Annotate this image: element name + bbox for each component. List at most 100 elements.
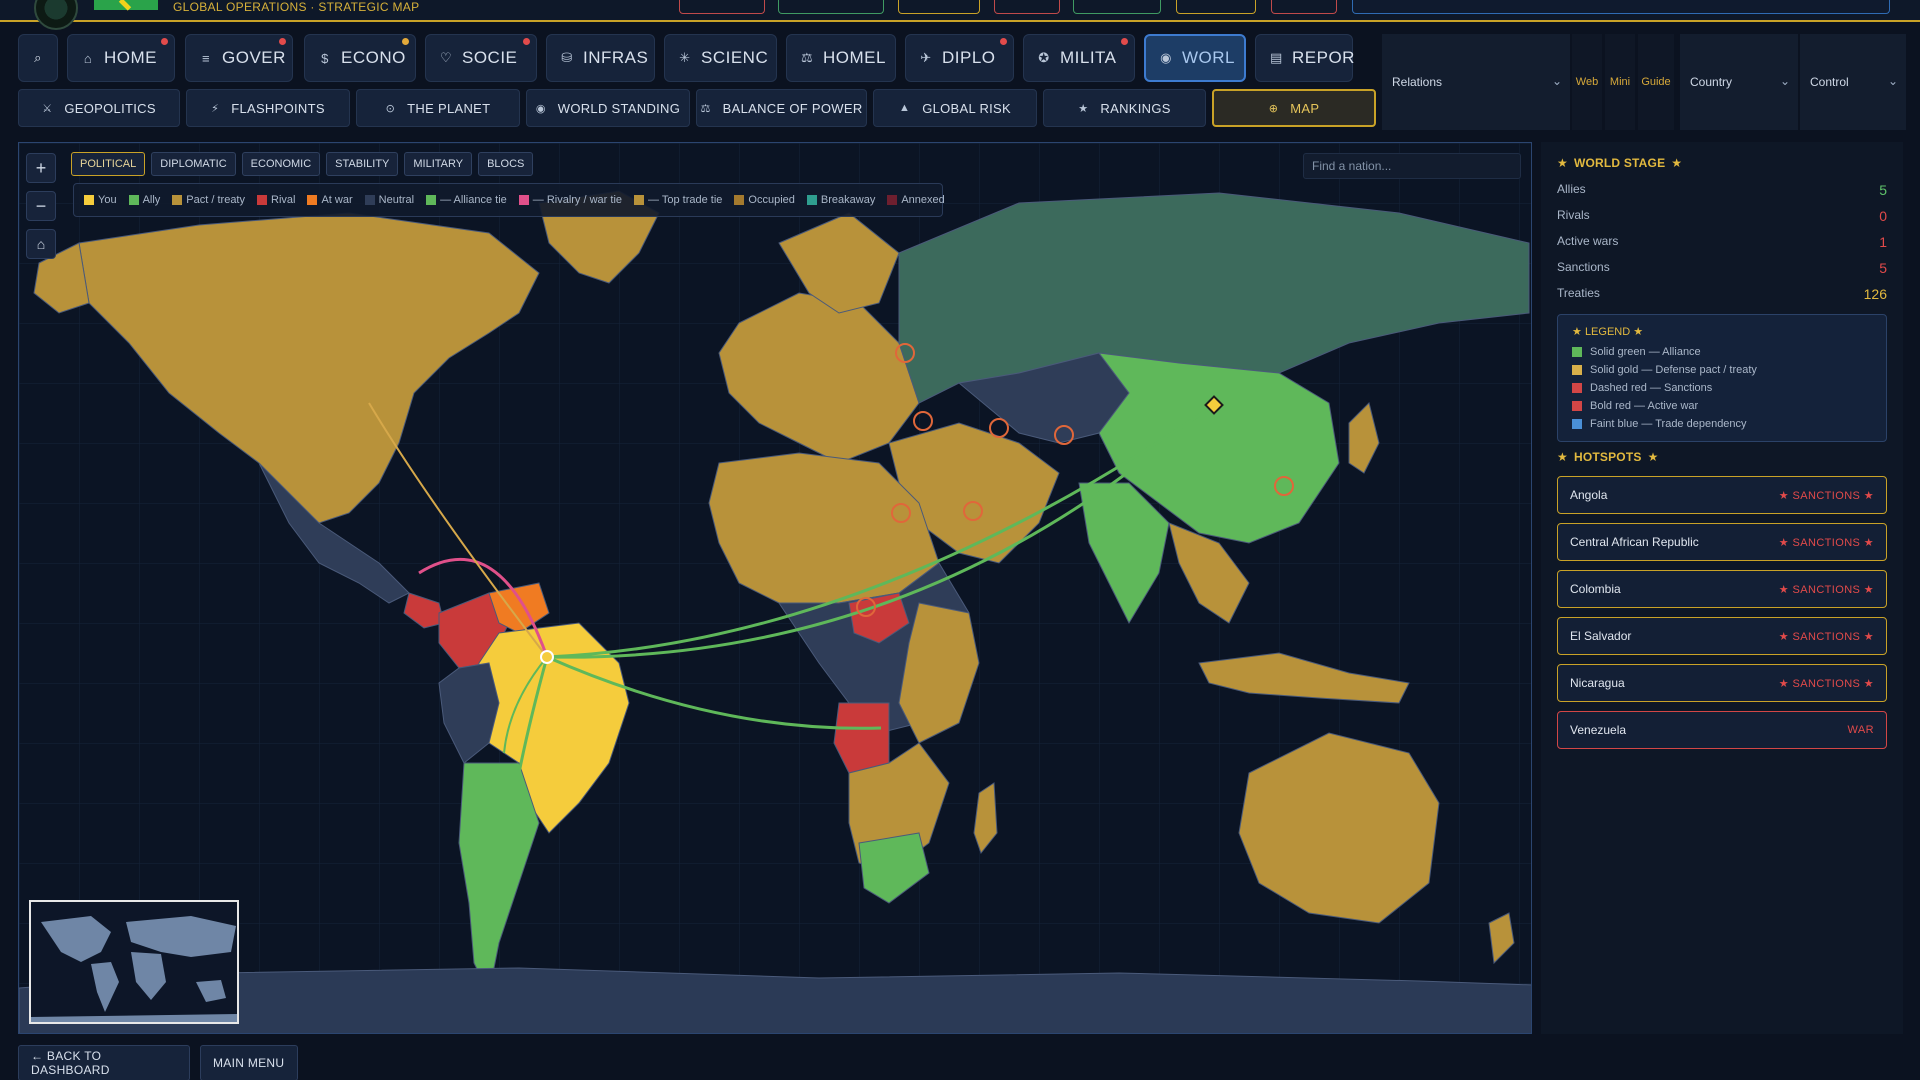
legend-swatch bbox=[887, 195, 898, 205]
nav-tab-gover[interactable]: ≡ GOVER bbox=[185, 34, 293, 82]
nav-tab-socie[interactable]: ♡ SOCIE bbox=[425, 34, 537, 82]
hotspot-status: SANCTIONS bbox=[1792, 536, 1861, 549]
nav-tab-icon: $ bbox=[321, 50, 329, 66]
nav-tab-econo[interactable]: $ ECONO bbox=[304, 34, 416, 82]
legend-item: Solid gold — Defense pact / treaty bbox=[1572, 361, 1872, 379]
legend-item: Faint blue — Trade dependency bbox=[1572, 415, 1872, 433]
legend-swatch bbox=[734, 195, 745, 205]
map-home-button[interactable]: ⌂ bbox=[26, 229, 56, 259]
world-map-panel[interactable]: + − ⌂ POLITICAL DIPLOMATIC ECONOMIC STABILI… bbox=[18, 142, 1532, 1034]
header-indicator-6[interactable] bbox=[1176, 0, 1256, 14]
header-indicator-2[interactable] bbox=[778, 0, 884, 14]
map-mode-stability[interactable]: STABILITY bbox=[326, 152, 399, 176]
hotspot-el-salvador[interactable]: El Salvador ★ SANCTIONS ★ bbox=[1557, 617, 1887, 655]
header-indicator-5[interactable] bbox=[1073, 0, 1161, 14]
map-legend-item: — Alliance tie bbox=[426, 194, 507, 206]
star-icon: ★ bbox=[1671, 156, 1683, 170]
relations-select[interactable]: Relations ⌄ bbox=[1382, 34, 1570, 130]
subnav-icon: ⚖ bbox=[700, 102, 711, 115]
map-legend-item: Occupied bbox=[734, 194, 795, 206]
subnav-label: BALANCE OF POWER bbox=[722, 100, 863, 116]
header-indicator-4[interactable] bbox=[994, 0, 1060, 14]
hotspot-central-african-republic[interactable]: Central African Republic ★ SANCTIONS ★ bbox=[1557, 523, 1887, 561]
subnav-label: THE PLANET bbox=[407, 100, 491, 116]
legend-item: Dashed red — Sanctions bbox=[1572, 379, 1872, 397]
subnav-the-planet[interactable]: ⊙ THE PLANET bbox=[356, 89, 520, 127]
nav-tab-milita[interactable]: ✪ MILITA bbox=[1023, 34, 1135, 82]
control-select[interactable]: Control ⌄ bbox=[1800, 34, 1906, 130]
hotspot-nicaragua[interactable]: Nicaragua ★ SANCTIONS ★ bbox=[1557, 664, 1887, 702]
star-icon: ★ bbox=[1572, 326, 1582, 338]
nav-tab-scienc[interactable]: ✳ SCIENC bbox=[664, 34, 777, 82]
nav-tab-worl[interactable]: ◉ WORL bbox=[1144, 34, 1246, 82]
hotspot-venezuela[interactable]: Venezuela WAR bbox=[1557, 711, 1887, 749]
zoom-in-button[interactable]: + bbox=[26, 153, 56, 183]
subnav-geopolitics[interactable]: ⚔ GEOPOLITICS bbox=[18, 89, 180, 127]
subnav-label: RANKINGS bbox=[1100, 100, 1171, 116]
hotspot-status: SANCTIONS bbox=[1792, 677, 1861, 690]
map-mode-economic[interactable]: ECONOMIC bbox=[241, 152, 321, 176]
map-legend-label: — Top trade tie bbox=[648, 194, 723, 206]
header-indicator-7[interactable] bbox=[1271, 0, 1337, 14]
world-map[interactable] bbox=[19, 143, 1532, 1034]
subnav-world-standing[interactable]: ◉ WORLD STANDING bbox=[526, 89, 690, 127]
map-mode-political[interactable]: POLITICAL bbox=[71, 152, 146, 176]
legend-swatch bbox=[1572, 383, 1582, 393]
subnav-rankings[interactable]: ★ RANKINGS bbox=[1043, 89, 1206, 127]
header-indicator-1[interactable] bbox=[679, 0, 765, 14]
back-to-dashboard-button[interactable]: ← BACK TO DASHBOARD bbox=[18, 1045, 190, 1080]
back-button-label: ← BACK TO DASHBOARD bbox=[31, 1049, 110, 1077]
legend-swatch bbox=[518, 195, 529, 205]
notification-dot bbox=[523, 38, 530, 45]
subnav-icon: ⚡ bbox=[211, 102, 220, 115]
subnav-balance-of-power[interactable]: ⚖ BALANCE OF POWER bbox=[696, 89, 867, 127]
nav-tab-label: ECONO bbox=[341, 48, 406, 67]
map-legend-item: Breakaway bbox=[806, 194, 875, 206]
subnav-map[interactable]: ⊕ MAP bbox=[1212, 89, 1376, 127]
nav-tab-home[interactable]: ⌂ HOME bbox=[67, 34, 175, 82]
map-legend-label: You bbox=[98, 194, 117, 206]
web-toggle[interactable]: Web bbox=[1572, 34, 1602, 130]
hotspot-country: Colombia bbox=[1570, 582, 1621, 596]
guide-toggle[interactable]: Guide bbox=[1638, 34, 1674, 130]
hotspot-angola[interactable]: Angola ★ SANCTIONS ★ bbox=[1557, 476, 1887, 514]
nav-tab-infras[interactable]: ⛁ INFRAS bbox=[546, 34, 655, 82]
nav-tab-label: REPOR bbox=[1292, 48, 1355, 67]
subnav-icon: ⊕ bbox=[1268, 102, 1279, 115]
map-legend-item: Rival bbox=[257, 194, 295, 206]
guide-toggle-label: Guide bbox=[1641, 76, 1671, 88]
country-select[interactable]: Country ⌄ bbox=[1680, 34, 1798, 130]
notification-dot bbox=[279, 38, 286, 45]
map-legend-strip: You Ally Pact / treaty Rival At war Neutral — … bbox=[73, 183, 945, 217]
map-legend-item: — Rivalry / war tie bbox=[518, 194, 622, 206]
header-indicator-3[interactable] bbox=[898, 0, 980, 14]
nav-tab-diplo[interactable]: ✈ DIPLO bbox=[905, 34, 1014, 82]
map-mode-diplomatic[interactable]: DIPLOMATIC bbox=[151, 152, 236, 176]
emblem-logo bbox=[34, 0, 78, 30]
hotspot-status-badge: ★ SANCTIONS ★ bbox=[1779, 536, 1874, 549]
subnav-global-risk[interactable]: ▲ GLOBAL RISK bbox=[873, 89, 1037, 127]
star-icon: ★ bbox=[1860, 489, 1874, 502]
main-menu-button[interactable]: MAIN MENU bbox=[200, 1045, 298, 1080]
map-mode-military[interactable]: MILITARY bbox=[404, 152, 473, 176]
nav-search-button[interactable]: ⌕ bbox=[18, 34, 58, 82]
zoom-out-button[interactable]: − bbox=[26, 191, 56, 221]
subnav-flashpoints[interactable]: ⚡ FLASHPOINTS bbox=[186, 89, 350, 127]
hotspot-country: Central African Republic bbox=[1570, 535, 1699, 549]
star-icon: ★ bbox=[1778, 536, 1793, 549]
page-subtitle: GLOBAL OPERATIONS · STRATEGIC MAP bbox=[173, 0, 420, 14]
map-legend-label: — Alliance tie bbox=[440, 194, 507, 206]
hotspot-colombia[interactable]: Colombia ★ SANCTIONS ★ bbox=[1557, 570, 1887, 608]
stat-row-sanctions: Sanctions 5 bbox=[1557, 260, 1887, 276]
find-nation-input[interactable] bbox=[1303, 153, 1521, 179]
nav-tab-homel[interactable]: ⚖ HOMEL bbox=[786, 34, 896, 82]
map-legend-item: Pact / treaty bbox=[172, 194, 245, 206]
nav-tab-repor[interactable]: ▤ REPOR bbox=[1255, 34, 1355, 82]
map-mode-blocs[interactable]: BLOCS bbox=[478, 152, 534, 176]
legend-item-label: Bold red — Active war bbox=[1590, 400, 1699, 412]
chevron-down-icon: ⌄ bbox=[1887, 74, 1898, 88]
mini-toggle[interactable]: Mini bbox=[1605, 34, 1635, 130]
minimap[interactable] bbox=[29, 900, 239, 1024]
stat-row-allies: Allies 5 bbox=[1557, 182, 1887, 198]
nav-tab-label: INFRAS bbox=[583, 48, 649, 67]
